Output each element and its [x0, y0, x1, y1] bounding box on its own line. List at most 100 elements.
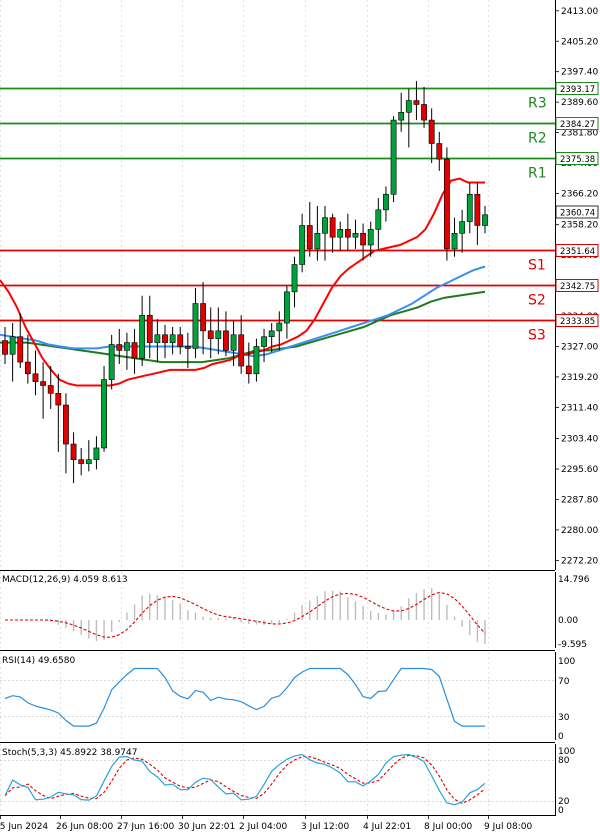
candle[interactable]: [32, 373, 39, 382]
candle[interactable]: [139, 314, 146, 359]
level-value-r1: 2375.38: [560, 155, 595, 165]
candle[interactable]: [466, 193, 473, 222]
candle[interactable]: [223, 330, 229, 351]
candle[interactable]: [63, 404, 69, 445]
stoch-signal-line: [4, 754, 486, 804]
candle[interactable]: [9, 336, 16, 355]
candle[interactable]: [261, 336, 267, 347]
candle[interactable]: [24, 361, 31, 375]
price-tick-label: 2280.00: [561, 526, 598, 536]
price-tick-label: 2303.40: [561, 435, 598, 445]
candle[interactable]: [268, 330, 275, 338]
candle[interactable]: [124, 342, 130, 351]
candle[interactable]: [47, 385, 54, 394]
candle[interactable]: [101, 379, 107, 449]
stoch-label: Stoch(5,3,3) 45.8922 38.9747: [2, 748, 137, 758]
macd-signal-line: [5, 591, 486, 638]
macd-tick-top: 14.796: [558, 575, 590, 585]
current-price-tag: 2360.74: [555, 205, 599, 219]
candle[interactable]: [215, 330, 222, 339]
candle[interactable]: [352, 232, 359, 238]
price-tick-label: 2413.00: [561, 7, 598, 17]
candle[interactable]: [192, 303, 199, 349]
candle[interactable]: [2, 340, 8, 355]
candle[interactable]: [238, 334, 245, 367]
level-name-s2: S2: [528, 293, 546, 309]
stochastic-panel[interactable]: Stoch(5,3,3) 45.8922 38.9747 100 80 20 0: [0, 744, 575, 816]
candle[interactable]: [451, 232, 458, 250]
candle[interactable]: [78, 459, 85, 464]
candle[interactable]: [482, 214, 488, 226]
candle[interactable]: [360, 232, 366, 246]
candle[interactable]: [116, 344, 123, 351]
candle[interactable]: [474, 193, 481, 226]
trading-chart[interactable]: 2413.002405.202397.402389.602381.802374.…: [0, 0, 600, 835]
time-label: 8 Jul 00:00: [424, 822, 473, 832]
candle[interactable]: [207, 330, 214, 339]
candle[interactable]: [375, 209, 382, 230]
candle[interactable]: [131, 342, 138, 359]
rsi-tick-30: 30: [558, 713, 570, 723]
candle[interactable]: [200, 303, 206, 332]
rsi-panel[interactable]: RSI(14) 49.6580 100 70 30 0: [0, 652, 575, 742]
candle[interactable]: [108, 344, 115, 380]
candle[interactable]: [367, 229, 374, 246]
candle[interactable]: [162, 334, 168, 343]
candle[interactable]: [428, 119, 435, 144]
stoch-tick-0: 0: [558, 806, 564, 816]
candle[interactable]: [55, 393, 62, 406]
time-label: 26 Jun 08:00: [56, 822, 113, 832]
candle[interactable]: [314, 232, 321, 250]
candle[interactable]: [276, 322, 283, 332]
candle[interactable]: [230, 334, 237, 351]
level-name-s1: S1: [528, 258, 546, 274]
candle[interactable]: [253, 346, 260, 375]
price-tick-label: 2381.80: [561, 129, 598, 139]
level-name-r1: R1: [528, 166, 547, 182]
pivot-levels: R3 2393.17 R2 2384.27 R1 2375.38 S1 2351.64 S2 23…: [0, 82, 599, 344]
macd-panel[interactable]: MACD(12,26,9) 4.059 8.613 14.796 0.00 -9…: [0, 572, 590, 650]
candle[interactable]: [444, 158, 450, 250]
candle[interactable]: [177, 334, 184, 347]
candle[interactable]: [17, 336, 24, 363]
candle[interactable]: [329, 217, 336, 238]
candle[interactable]: [184, 346, 191, 349]
stoch-main-line: [4, 753, 486, 806]
candle[interactable]: [421, 104, 427, 121]
candle[interactable]: [291, 264, 298, 293]
candle[interactable]: [413, 100, 420, 105]
candle[interactable]: [154, 334, 161, 343]
price-tick-label: 2311.40: [561, 403, 598, 413]
candle[interactable]: [299, 225, 306, 265]
macd-histogram: [50, 587, 486, 644]
candle[interactable]: [284, 291, 290, 324]
price-panel[interactable]: 2413.002405.202397.402389.602381.802374.…: [0, 0, 599, 570]
candle[interactable]: [405, 100, 412, 113]
time-label: 2 Jul 04:00: [239, 822, 288, 832]
candle[interactable]: [383, 193, 389, 211]
candle[interactable]: [93, 447, 100, 460]
candle[interactable]: [337, 229, 344, 238]
candle[interactable]: [436, 143, 443, 160]
candle[interactable]: [146, 314, 153, 343]
candlesticks[interactable]: [2, 81, 488, 484]
candle[interactable]: [398, 111, 405, 121]
candle[interactable]: [40, 381, 46, 386]
candle[interactable]: [169, 334, 176, 343]
price-tick-label: 2358.20: [561, 221, 598, 231]
candle[interactable]: [344, 229, 351, 238]
time-axis: 25 Jun 2024 26 Jun 08:00 27 Jun 16:00 30 Ju…: [0, 815, 533, 832]
price-tick-label: 2272.20: [561, 556, 598, 566]
candle[interactable]: [306, 225, 313, 250]
candle[interactable]: [322, 217, 328, 234]
candle[interactable]: [245, 365, 252, 375]
candle[interactable]: [459, 221, 466, 234]
candle[interactable]: [390, 119, 397, 195]
price-tick-label: 2389.60: [561, 98, 598, 108]
candle[interactable]: [85, 459, 92, 464]
price-tick-label: 2319.20: [561, 373, 598, 383]
price-tick-label: 2287.80: [561, 495, 598, 505]
candle[interactable]: [70, 443, 77, 460]
time-label: 30 Jun 22:01: [178, 822, 235, 832]
time-label: 27 Jun 16:00: [117, 822, 174, 832]
